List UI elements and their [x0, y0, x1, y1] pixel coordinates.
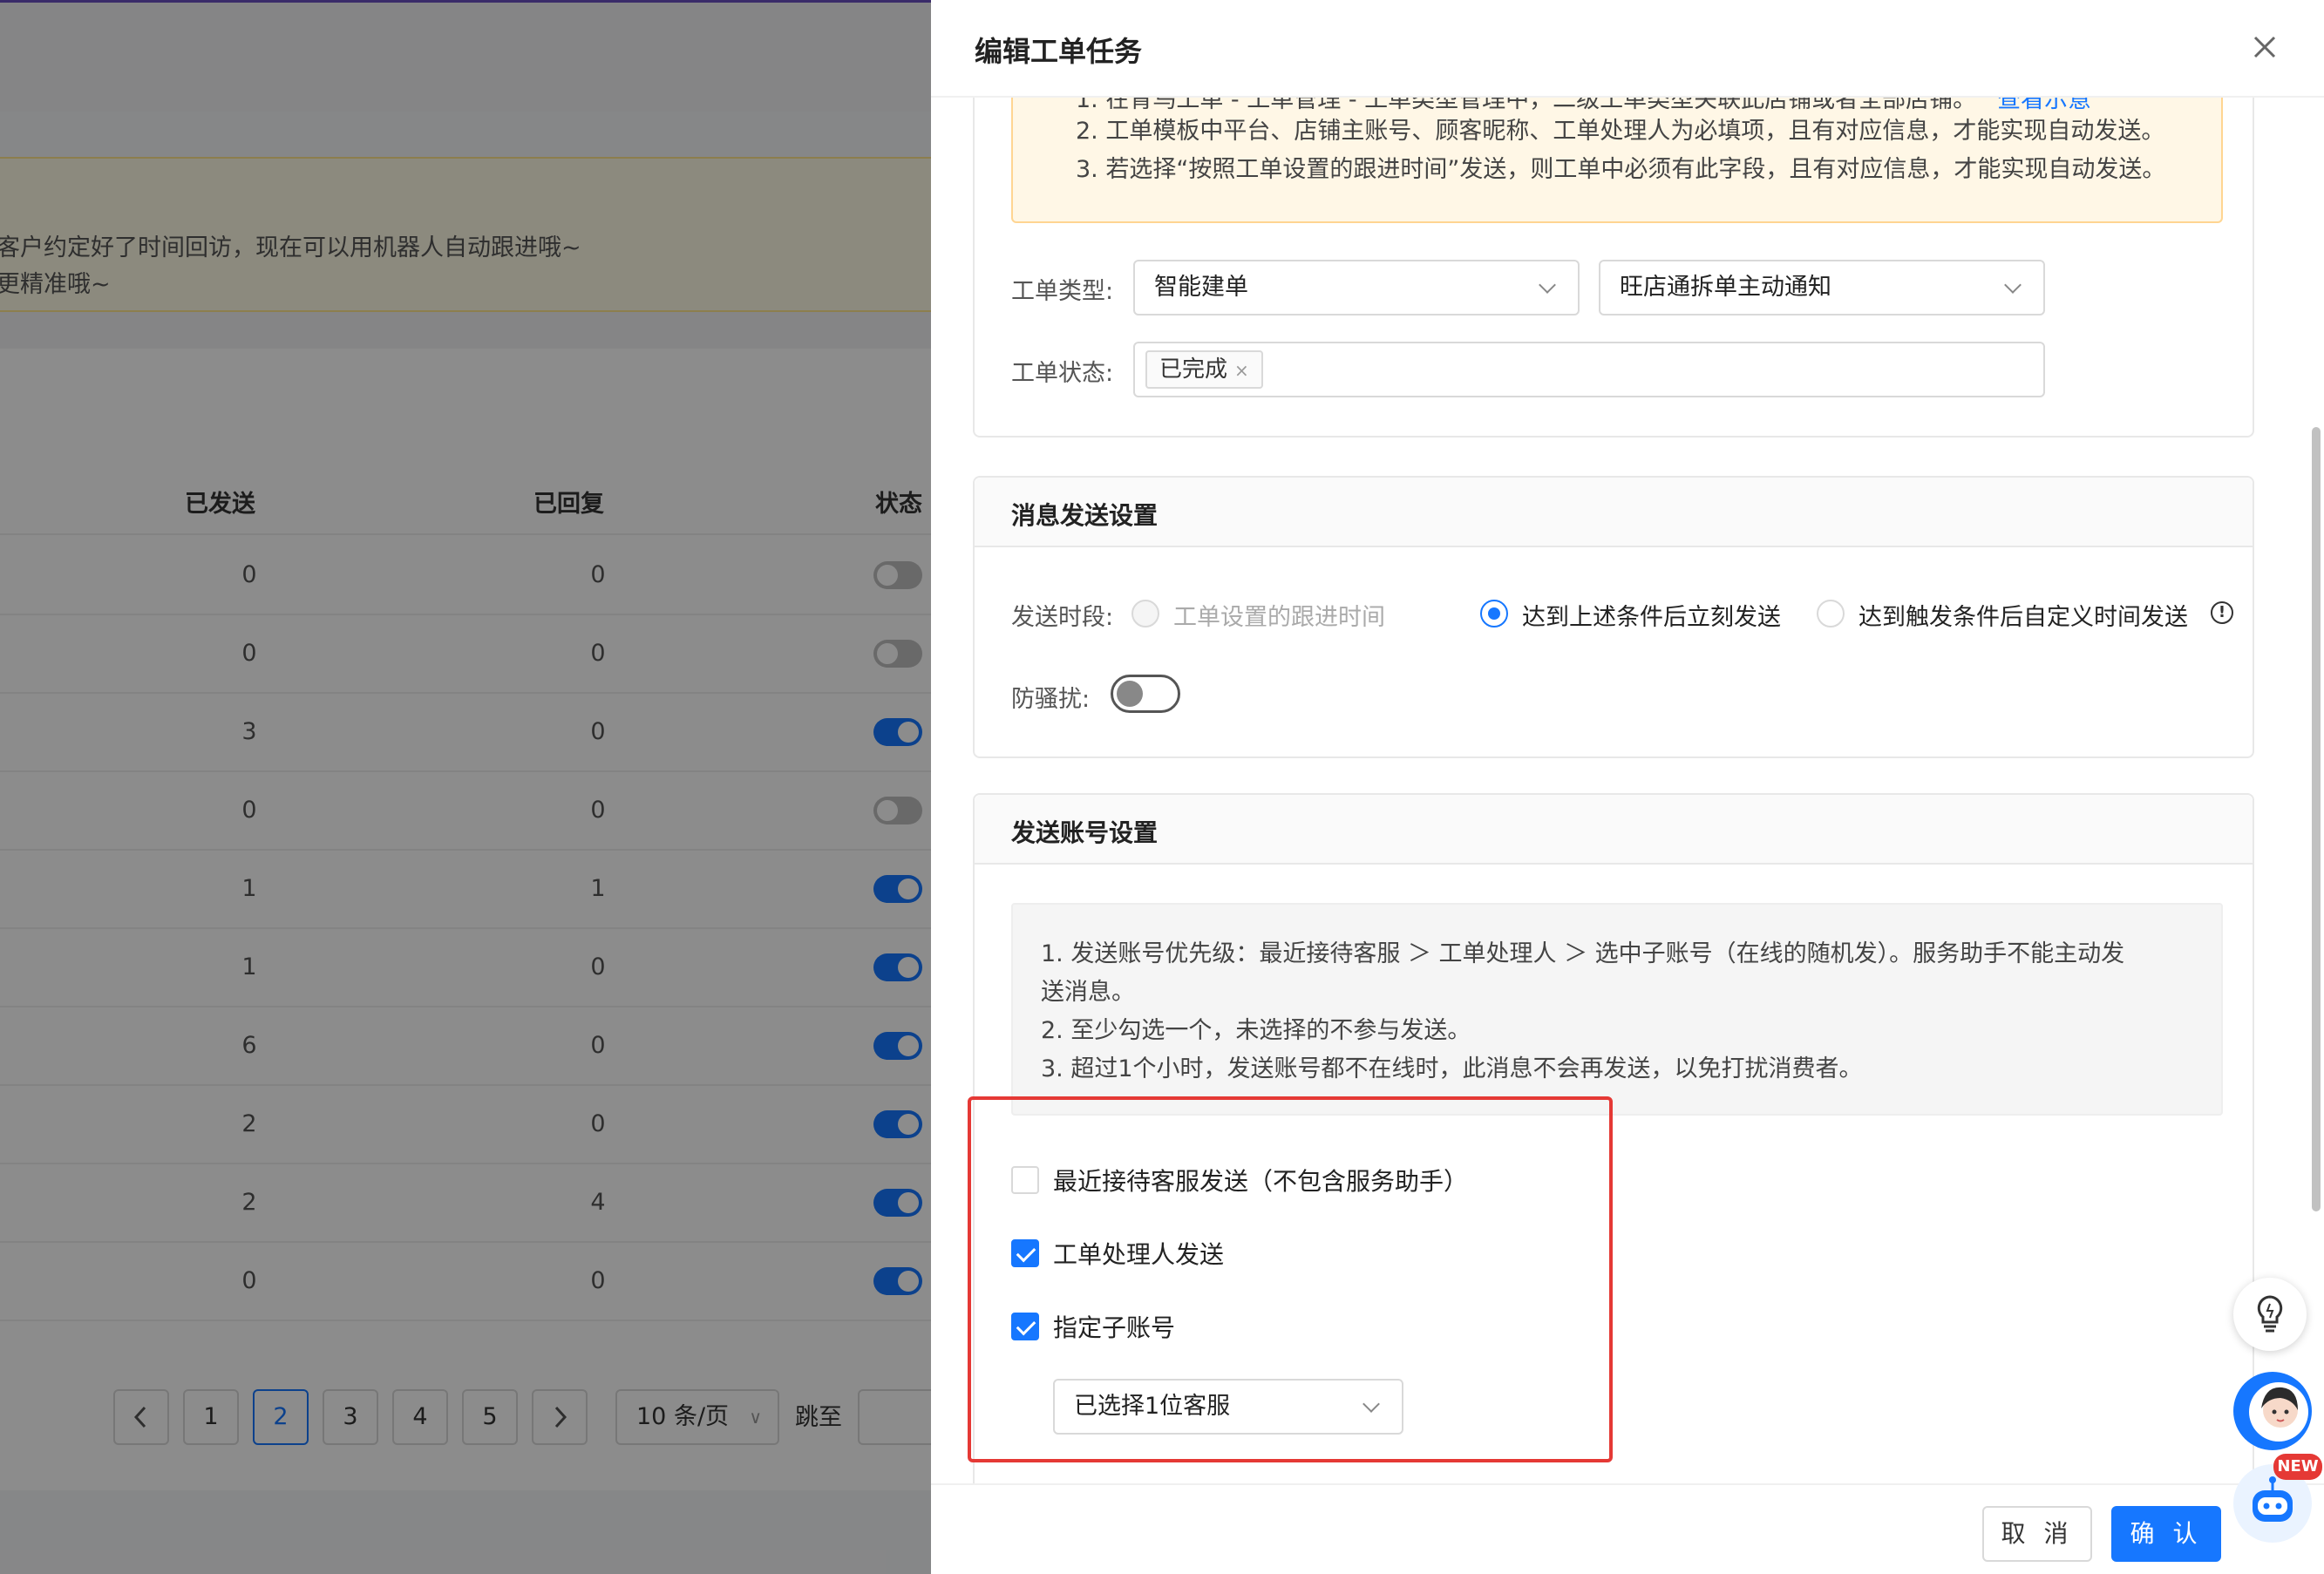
modal-mask[interactable]: [0, 0, 931, 1574]
radio-send-immediately-label: 达到上述条件后立刻发送: [1522, 604, 1781, 631]
anti-disturb-label: 防骚扰:: [1011, 686, 1091, 713]
tag-close-icon[interactable]: ×: [1234, 360, 1249, 381]
radio-send-immediately[interactable]: [1480, 600, 1508, 628]
ticket-type-primary-select[interactable]: 智能建单: [1133, 260, 1580, 315]
info-circle-icon[interactable]: !: [2211, 601, 2233, 624]
ticket-type-secondary-select[interactable]: 旺店通拆单主动通知: [1599, 260, 2045, 315]
account-note-3: 3. 超过1个小时，发送账号都不在线时，此消息不会再发送，以免打扰消费者。: [1041, 1055, 1863, 1082]
chevron-down-icon: [2003, 261, 2024, 314]
lightbulb-icon: [2257, 1295, 2283, 1333]
checkbox-ticket-handler[interactable]: [1011, 1239, 1039, 1267]
close-icon: [2253, 36, 2276, 58]
sub-account-select-value: 已选择1位客服: [1074, 1393, 1231, 1420]
new-badge: NEW: [2273, 1454, 2322, 1480]
ticket-status-multiselect[interactable]: 已完成 ×: [1133, 342, 2045, 397]
status-tag-label: 已完成: [1159, 356, 1228, 383]
message-settings-title: 消息发送设置: [1011, 501, 1159, 530]
sub-account-select[interactable]: 已选择1位客服: [1053, 1379, 1403, 1435]
account-notes-box: 1. 发送账号优先级：最近接待客服 ＞ 工单处理人 ＞ 选中子账号（在线的随机发…: [1011, 903, 2223, 1116]
account-note-2: 2. 至少勾选一个，未选择的不参与发送。: [1041, 1017, 1471, 1044]
account-settings-title: 发送账号设置: [1011, 818, 1159, 847]
checkbox-ticket-handler-label: 工单处理人发送: [1053, 1240, 1225, 1269]
drawer-title: 编辑工单任务: [975, 35, 1143, 68]
chevron-down-icon: [1538, 261, 1559, 314]
checkbox-recent-agent[interactable]: [1011, 1166, 1039, 1194]
chevron-down-icon: [1362, 1381, 1383, 1433]
close-button[interactable]: [2247, 31, 2282, 66]
warning-line-2: 2. 工单模板中平台、店铺主账号、顾客昵称、工单处理人为必填项，且有对应信息，才…: [1076, 118, 2165, 145]
drawer-footer: 取 消 确 认: [931, 1483, 2324, 1574]
trigger-condition-card: 1. 在青鸟工单 - 工单管理 - 工单类型管理中，二级工单类型关联此店铺或者全…: [973, 98, 2254, 438]
checkbox-sub-account-label: 指定子账号: [1053, 1313, 1176, 1342]
radio-follow-up-time-label: 工单设置的跟进时间: [1173, 604, 1385, 631]
account-note-1-cont: 送消息。: [1041, 979, 1135, 1006]
edit-ticket-task-drawer: 编辑工单任务 1. 在青鸟工单 - 工单管理 - 工单类型管理中，二级工单类型关…: [931, 0, 2324, 1574]
drawer-body: 1. 在青鸟工单 - 工单管理 - 工单类型管理中，二级工单类型关联此店铺或者全…: [931, 98, 2324, 1483]
checkbox-recent-agent-label: 最近接待客服发送（不包含服务助手）: [1053, 1167, 1469, 1196]
drawer-header: 编辑工单任务: [931, 0, 2324, 98]
confirm-button[interactable]: 确 认: [2111, 1506, 2221, 1562]
assistant-avatar-button[interactable]: [2233, 1372, 2312, 1450]
assistant-avatar-icon: [2249, 1382, 2308, 1442]
ticket-type-label: 工单类型:: [1011, 278, 1114, 305]
ticket-type-primary-value: 智能建单: [1154, 274, 1248, 301]
warning-line-3: 3. 若选择“按照工单设置的跟进时间”发送，则工单中必须有此字段，且有对应信息，…: [1076, 156, 2166, 183]
ticket-type-secondary-value: 旺店通拆单主动通知: [1620, 274, 1831, 301]
warning-box: 1. 在青鸟工单 - 工单管理 - 工单类型管理中，二级工单类型关联此店铺或者全…: [1011, 98, 2223, 223]
radio-follow-up-time[interactable]: [1131, 600, 1159, 628]
radio-custom-time-label: 达到触发条件后自定义时间发送: [1859, 604, 2188, 631]
account-note-1: 1. 发送账号优先级：最近接待客服 ＞ 工单处理人 ＞ 选中子账号（在线的随机发…: [1041, 940, 2125, 967]
status-tag: 已完成 ×: [1145, 350, 1263, 389]
cancel-button[interactable]: 取 消: [1982, 1506, 2092, 1562]
checkbox-sub-account[interactable]: [1011, 1313, 1039, 1340]
anti-disturb-switch[interactable]: [1111, 675, 1180, 713]
account-settings-card: 发送账号设置 1. 发送账号优先级：最近接待客服 ＞ 工单处理人 ＞ 选中子账号…: [973, 793, 2254, 1483]
radio-custom-time[interactable]: [1817, 600, 1845, 628]
tips-button[interactable]: [2233, 1278, 2307, 1351]
send-time-label: 发送时段:: [1011, 604, 1114, 631]
drawer-scrollbar[interactable]: [2312, 427, 2321, 1211]
ticket-status-label: 工单状态:: [1011, 360, 1114, 387]
message-settings-card: 消息发送设置 发送时段: 工单设置的跟进时间 达到上述条件后立刻发送 达到触发条…: [973, 476, 2254, 758]
